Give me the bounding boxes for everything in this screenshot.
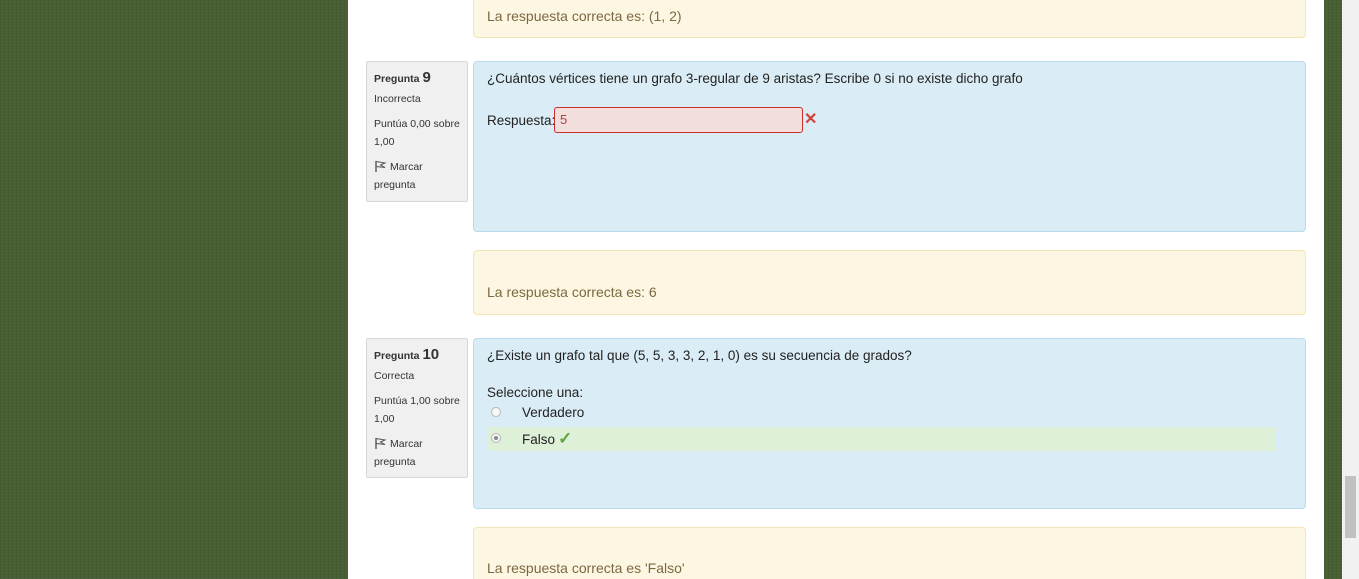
cross-icon: ✕ xyxy=(804,111,818,128)
q9-flag-toggle[interactable]: Marcar pregunta xyxy=(374,158,466,194)
q9-correct-answer: La respuesta correcta es: 6 xyxy=(487,284,657,300)
flag-icon xyxy=(374,160,387,172)
q10-correct-answer: La respuesta correcta es 'Falso' xyxy=(487,560,685,576)
q9-answer-label: Respuesta: xyxy=(487,113,556,128)
q10-number: Pregunta 10 xyxy=(374,346,440,363)
prev-correct-answer: La respuesta correcta es: (1, 2) xyxy=(487,8,682,24)
q9-answer-field[interactable]: 5 xyxy=(554,107,803,133)
q9-info-panel: Pregunta 9 Incorrecta Puntúa 0,00 sobre … xyxy=(366,61,468,202)
option-label: Falso xyxy=(522,432,556,447)
scrollbar-thumb[interactable] xyxy=(1345,476,1356,538)
q9-grade: Puntúa 0,00 sobre 1,00 xyxy=(374,118,460,148)
q10-prompt: Seleccione una: xyxy=(487,385,584,400)
q10-outcome-box: La respuesta correcta es 'Falso' xyxy=(473,527,1306,579)
q9-number: Pregunta 9 xyxy=(374,69,431,86)
q10-content-box: ¿Existe un grafo tal que (5, 5, 3, 3, 2,… xyxy=(473,338,1306,509)
q9-state: Incorrecta xyxy=(374,93,421,105)
q10-question-text: ¿Existe un grafo tal que (5, 5, 3, 3, 2,… xyxy=(487,348,912,363)
radio-verdadero[interactable] xyxy=(491,407,501,417)
q10-flag-toggle[interactable]: Marcar pregunta xyxy=(374,435,466,471)
option-falso[interactable]: Falso ✓ xyxy=(487,427,1275,451)
option-verdadero[interactable]: Verdadero xyxy=(487,401,1275,425)
q10-state: Correcta xyxy=(374,370,415,382)
radio-falso[interactable] xyxy=(491,433,501,443)
q9-outcome-box: La respuesta correcta es: 6 xyxy=(473,250,1306,315)
q9-content-box: ¿Cuántos vértices tiene un grafo 3-regul… xyxy=(473,61,1306,232)
page-scrollbar[interactable] xyxy=(1342,0,1359,579)
flag-icon xyxy=(374,437,387,449)
q10-info-panel: Pregunta 10 Correcta Puntúa 1,00 sobre 1… xyxy=(366,338,468,478)
check-icon: ✓ xyxy=(558,429,573,448)
q9-question-text: ¿Cuántos vértices tiene un grafo 3-regul… xyxy=(487,71,1023,86)
option-label-wrap: Falso ✓ xyxy=(522,427,572,452)
option-label: Verdadero xyxy=(522,405,585,420)
q10-grade: Puntúa 1,00 sobre 1,00 xyxy=(374,395,460,425)
prev-outcome-box: La respuesta correcta es: (1, 2) xyxy=(473,0,1306,38)
